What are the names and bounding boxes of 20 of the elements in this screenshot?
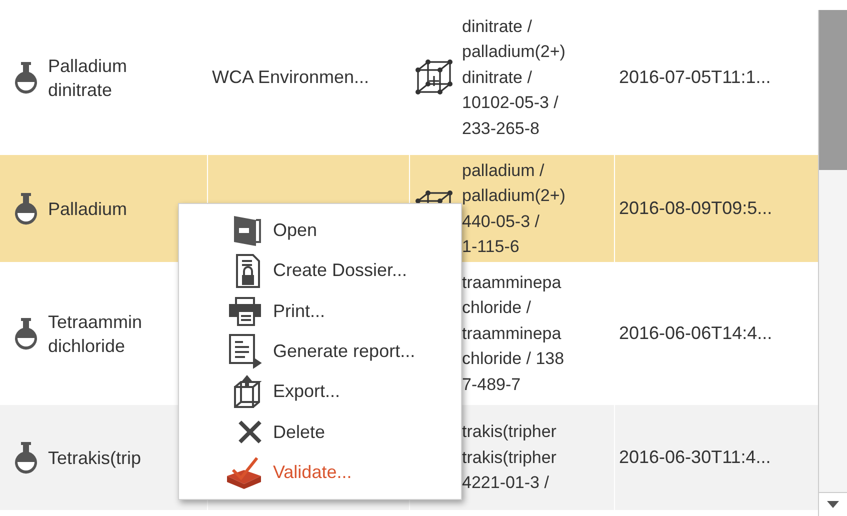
table-cell-text: 2016-08-09T09:5... <box>619 197 772 220</box>
table-cell-text: Palladium dinitrate <box>48 54 128 102</box>
menu-item-label: Delete <box>273 420 326 444</box>
table-cell-text: dinitrate / palladium(2+) dinitrate / 10102-05-3 / 233-265-8 <box>462 16 566 140</box>
table-cell-text: Tetraammin dichloride <box>48 310 142 358</box>
table-cell-text: 2016-07-05T11:1... <box>619 66 771 89</box>
table-cell-text: Tetrakis(trip <box>48 446 142 470</box>
menu-item-label: Export... <box>273 380 340 404</box>
menu-item-label: Create Dossier... <box>273 259 408 282</box>
menu-item-label: Validate... <box>273 461 352 484</box>
table-cell-text: trakis(tripher trakis(tripher 4221-01-3 / <box>462 421 556 494</box>
table-cell-text: WCA Environmen... <box>212 66 370 89</box>
table-cell-text: 2016-06-06T14:4... <box>619 322 772 345</box>
menu-item-label: Print... <box>273 300 326 323</box>
table-cell-text: traamminepa chloride / traamminepa chloride / 138 7-489-7 <box>462 272 564 396</box>
table-cell-text: palladium / palladium(2+) 440-05-3 / 1-115-6 <box>462 160 566 258</box>
table-cell-text: 2016-06-30T11:4... <box>619 446 771 469</box>
menu-item-label: Open <box>273 218 318 242</box>
menu-item-label: Generate report... <box>273 340 416 363</box>
table-cell-text: Palladium <box>48 198 128 220</box>
